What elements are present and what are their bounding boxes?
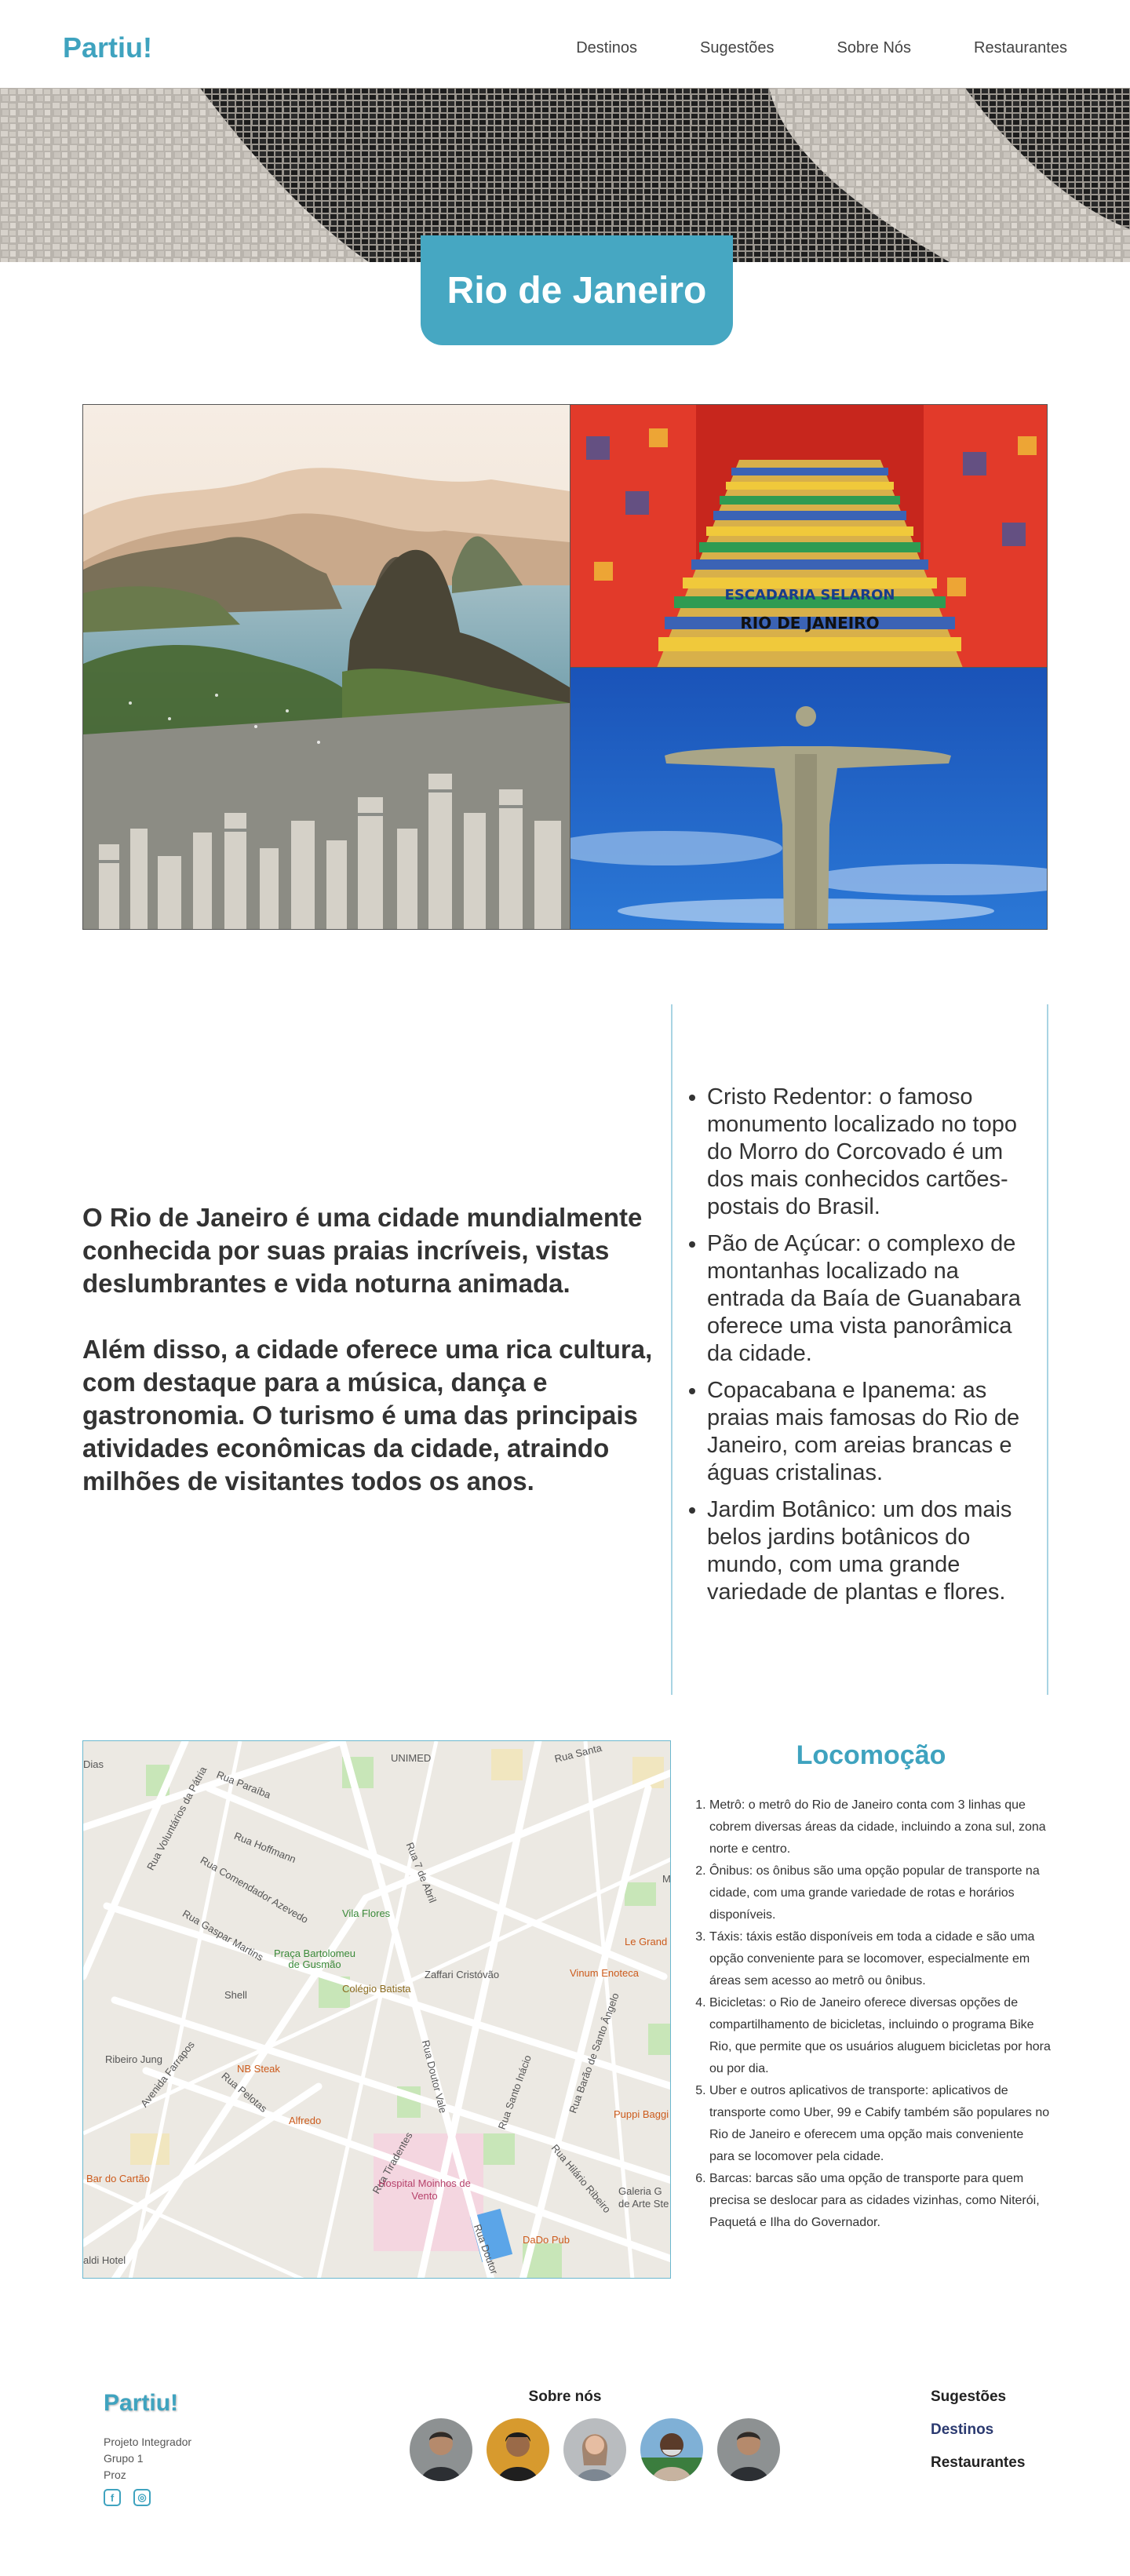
top-nav: Partiu! Destinos Sugestões Sobre Nós Res… (0, 0, 1130, 88)
map-place-puppi-baggi[interactable]: Puppi Baggi (614, 2108, 669, 2120)
city-title-box: Rio de Janeiro (421, 235, 733, 345)
attraction-item: Pão de Açúcar: o complexo de montanhas l… (707, 1230, 1031, 1368)
footer-link-sugestoes[interactable]: Sugestões (931, 2388, 1025, 2406)
map-place-shell[interactable]: Shell (224, 1989, 247, 2001)
map-label: Dias (83, 1758, 104, 1770)
map-place-colegio[interactable]: Colégio Batista (342, 1983, 410, 1995)
map-place-le-grand[interactable]: Le Grand (625, 1936, 667, 1947)
social-links: f ◎ (104, 2489, 151, 2506)
nav-links: Destinos Sugestões Sobre Nós Restaurante… (576, 39, 1067, 57)
map-place-unimed[interactable]: UNIMED (391, 1752, 431, 1764)
avatar[interactable] (487, 2418, 549, 2481)
map-place-alfredo[interactable]: Alfredo (289, 2115, 321, 2126)
locomocao-title: Locomoção (796, 1740, 946, 1770)
city-map[interactable]: Dias Rua Voluntários da Pátria Rua Paraí… (82, 1740, 671, 2279)
attractions-panel: Cristo Redentor: o famoso monumento loca… (671, 1004, 1048, 1695)
nav-link-restaurantes[interactable]: Restaurantes (974, 39, 1067, 57)
map-place-dado-pub[interactable]: DaDo Pub (523, 2234, 570, 2246)
logo[interactable]: Partiu! (63, 31, 152, 64)
footer: Partiu! Projeto Integrador Grupo 1 Proz … (0, 2354, 1130, 2576)
attractions-list: Cristo Redentor: o famoso monumento loca… (707, 1084, 1031, 1616)
footer-info-line: Projeto Integrador (104, 2436, 192, 2448)
avatar[interactable] (563, 2418, 626, 2481)
map-place-zaffari[interactable]: Zaffari Cristóvão (425, 1969, 499, 1980)
photo-gallery: ESCADARIA SELARON RIO DE JANEIRO (82, 404, 1048, 930)
attraction-item: Cristo Redentor: o famoso monumento loca… (707, 1084, 1031, 1221)
map-place-praca[interactable]: Praça Bartolomeu de Gusmão (272, 1948, 358, 1970)
stairs-sign-top: ESCADARIA SELARON (725, 587, 895, 603)
locomocao-section: Locomoção Metrô: o metrô do Rio de Janei… (691, 1740, 1052, 2234)
map-place-vinum-enoteca[interactable]: Vinum Enoteca (570, 1967, 639, 1979)
footer-link-restaurantes[interactable]: Restaurantes (931, 2454, 1025, 2472)
instagram-icon[interactable]: ◎ (133, 2489, 151, 2506)
avatar[interactable] (640, 2418, 703, 2481)
map-place-hotel[interactable]: aldi Hotel (83, 2254, 126, 2266)
nav-link-sugestoes[interactable]: Sugestões (700, 39, 775, 57)
map-place-nb-steak[interactable]: NB Steak (237, 2063, 280, 2075)
avatar[interactable] (717, 2418, 780, 2481)
team-avatars (410, 2418, 780, 2481)
attraction-item: Copacabana e Ipanema: as praias mais fam… (707, 1377, 1031, 1487)
map-place-vila-flores[interactable]: Vila Flores (342, 1907, 390, 1919)
intro-paragraph: O Rio de Janeiro é uma cidade mundialmen… (82, 1203, 643, 1298)
footer-info-line: Grupo 1 (104, 2452, 144, 2465)
selaron-stairs-photo: ESCADARIA SELARON RIO DE JANEIRO (570, 405, 1047, 668)
locomocao-item: Metrô: o metrô do Rio de Janeiro conta c… (709, 1794, 1052, 1860)
map-place-galeria[interactable]: Galeria G de Arte Ste (618, 2185, 670, 2210)
locomocao-item: Ônibus: os ônibus são uma opção popular … (709, 1860, 1052, 1926)
locomocao-item: Uber e outros aplicativos de transporte:… (709, 2080, 1052, 2168)
locomocao-item: Bicicletas: o Rio de Janeiro oferece div… (709, 1992, 1052, 2080)
avatar[interactable] (410, 2418, 472, 2481)
intro-paragraph: Além disso, a cidade oferece uma rica cu… (82, 1335, 653, 1496)
stairs-sign-bottom: RIO DE JANEIRO (740, 614, 879, 632)
map-place-ribeiro-jung[interactable]: Ribeiro Jung (105, 2053, 162, 2065)
footer-links: Sugestões Destinos Restaurantes (931, 2388, 1025, 2472)
locomocao-item: Táxis: táxis estão disponíveis em toda a… (709, 1926, 1052, 1992)
page-title: Rio de Janeiro (447, 269, 707, 312)
map-place-hospital[interactable]: Hospital Moinhos de Vento (370, 2177, 479, 2203)
locomocao-list: Metrô: o metrô do Rio de Janeiro conta c… (691, 1794, 1052, 2234)
facebook-icon[interactable]: f (104, 2489, 121, 2506)
locomocao-item: Barcas: barcas são uma opção de transpor… (709, 2168, 1052, 2234)
footer-link-destinos[interactable]: Destinos (931, 2421, 1025, 2439)
sugarloaf-photo (83, 405, 570, 929)
map-label: M (662, 1873, 671, 1885)
map-place-bar-do-cartao[interactable]: Bar do Cartão (86, 2173, 150, 2184)
nav-link-sobre-nos[interactable]: Sobre Nós (837, 39, 912, 57)
intro-text: O Rio de Janeiro é uma cidade mundialmen… (82, 1004, 663, 1695)
footer-info: Projeto Integrador Grupo 1 Proz (104, 2434, 191, 2483)
nav-link-destinos[interactable]: Destinos (576, 39, 637, 57)
footer-info-line: Proz (104, 2469, 126, 2481)
attraction-item: Jardim Botânico: um dos mais belos jardi… (707, 1496, 1031, 1606)
christ-redeemer-photo (570, 668, 1047, 929)
